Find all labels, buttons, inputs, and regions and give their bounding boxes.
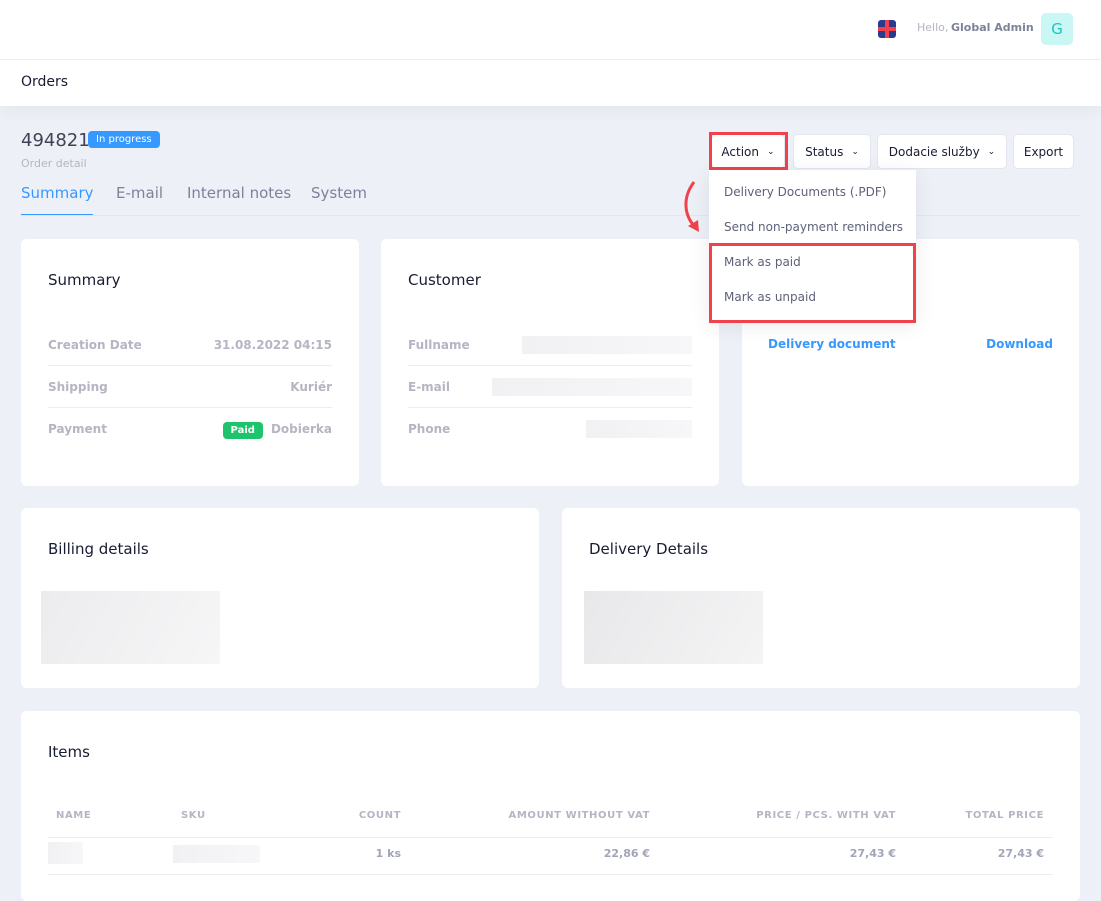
cell-price: 27,43 € [849,847,896,860]
page-title: Orders [21,74,69,90]
delivery-card: Delivery Details [562,508,1080,688]
col-price: PRICE / PCS. WITH VAT [756,810,896,821]
row-label: E-mail [408,379,451,394]
chevron-down-icon: ⌄ [851,146,859,157]
arrow-annotation-icon [684,181,699,232]
payment-row: Payment Paid Dobierka [48,408,332,450]
billing-card: Billing details [21,508,539,688]
menu-item-delivery-documents[interactable]: Delivery Documents (.PDF) [724,185,886,199]
greeting: Hello, [917,21,949,34]
export-button[interactable]: Export [1013,134,1074,169]
download-link[interactable]: Download [986,337,1053,351]
menu-item-send-reminders[interactable]: Send non-payment reminders [724,220,903,234]
cell-count: 1 ks [375,847,401,860]
cell-amount: 22,86 € [603,847,650,860]
top-bar: Hello, Global Admin G [0,0,1101,60]
creation-date-row: Creation Date 31.08.2022 04:15 [48,324,332,366]
uk-flag-icon[interactable] [878,20,896,38]
row-label: Fullname [408,337,470,352]
user-name[interactable]: Global Admin [951,21,1034,34]
billing-title: Billing details [48,540,149,558]
tab-system[interactable]: System [311,184,367,202]
order-number: 494821 [21,130,90,151]
fullname-row: Fullname [408,324,692,366]
row-label: Payment [48,422,107,436]
col-amount: AMOUNT WITHOUT VAT [508,810,650,821]
tab-internal-notes[interactable]: Internal notes [187,184,291,202]
chevron-down-icon: ⌄ [987,146,996,157]
tabs-divider [21,215,1080,216]
phone-row: Phone [408,408,692,450]
mark-items-highlight [709,243,916,323]
avatar[interactable]: G [1041,13,1073,45]
delivery-document-link[interactable]: Delivery document [768,337,896,351]
row-label: Creation Date [48,337,142,352]
tab-email[interactable]: E-mail [116,184,163,202]
order-subtitle: Order detail [21,157,87,170]
col-name: NAME [56,810,92,821]
col-sku: SKU [181,810,206,821]
delivery-services-label: Dodacie služby [888,144,980,159]
status-badge: In progress [88,131,160,148]
row-value: 31.08.2022 04:15 [213,337,332,352]
shipping-row: Shipping Kuriér [48,366,332,408]
customer-title: Customer [408,271,481,289]
delivery-title: Delivery Details [589,540,709,558]
summary-card: Summary Creation Date 31.08.2022 04:15 Sh… [21,239,359,486]
tab-summary[interactable]: Summary [21,184,94,202]
col-total: TOTAL PRICE [965,810,1044,821]
items-title: Items [48,743,90,761]
status-button[interactable]: Status ⌄ [793,134,871,169]
row-value: Dobierka [270,422,332,436]
export-label: Export [1023,144,1064,159]
delivery-services-button[interactable]: Dodacie služby ⌄ [877,134,1007,169]
sub-header: Orders [0,60,1101,106]
email-row: E-mail [408,366,692,408]
summary-title: Summary [48,271,121,289]
col-count: COUNT [358,810,401,821]
status-label: Status [805,144,844,159]
row-label: Shipping [48,379,108,394]
cell-total: 27,43 € [997,847,1044,860]
paid-badge: Paid [222,422,263,439]
row-value: Kuriér [290,379,332,394]
customer-card: Customer Fullname E-mail Phone [381,239,719,486]
action-highlight [709,132,788,170]
row-label: Phone [408,422,451,436]
items-card: Items [21,711,1080,901]
